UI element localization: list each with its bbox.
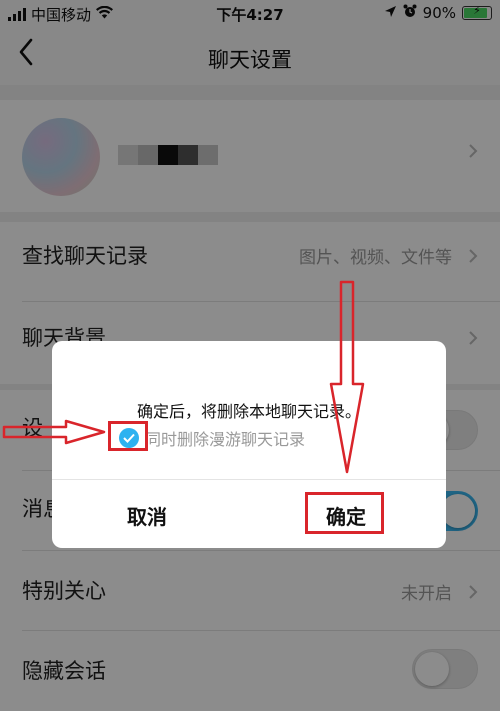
arrow-down-icon (329, 280, 365, 474)
arrow-right-icon (2, 419, 106, 445)
annotation-arrows (2, 280, 365, 474)
